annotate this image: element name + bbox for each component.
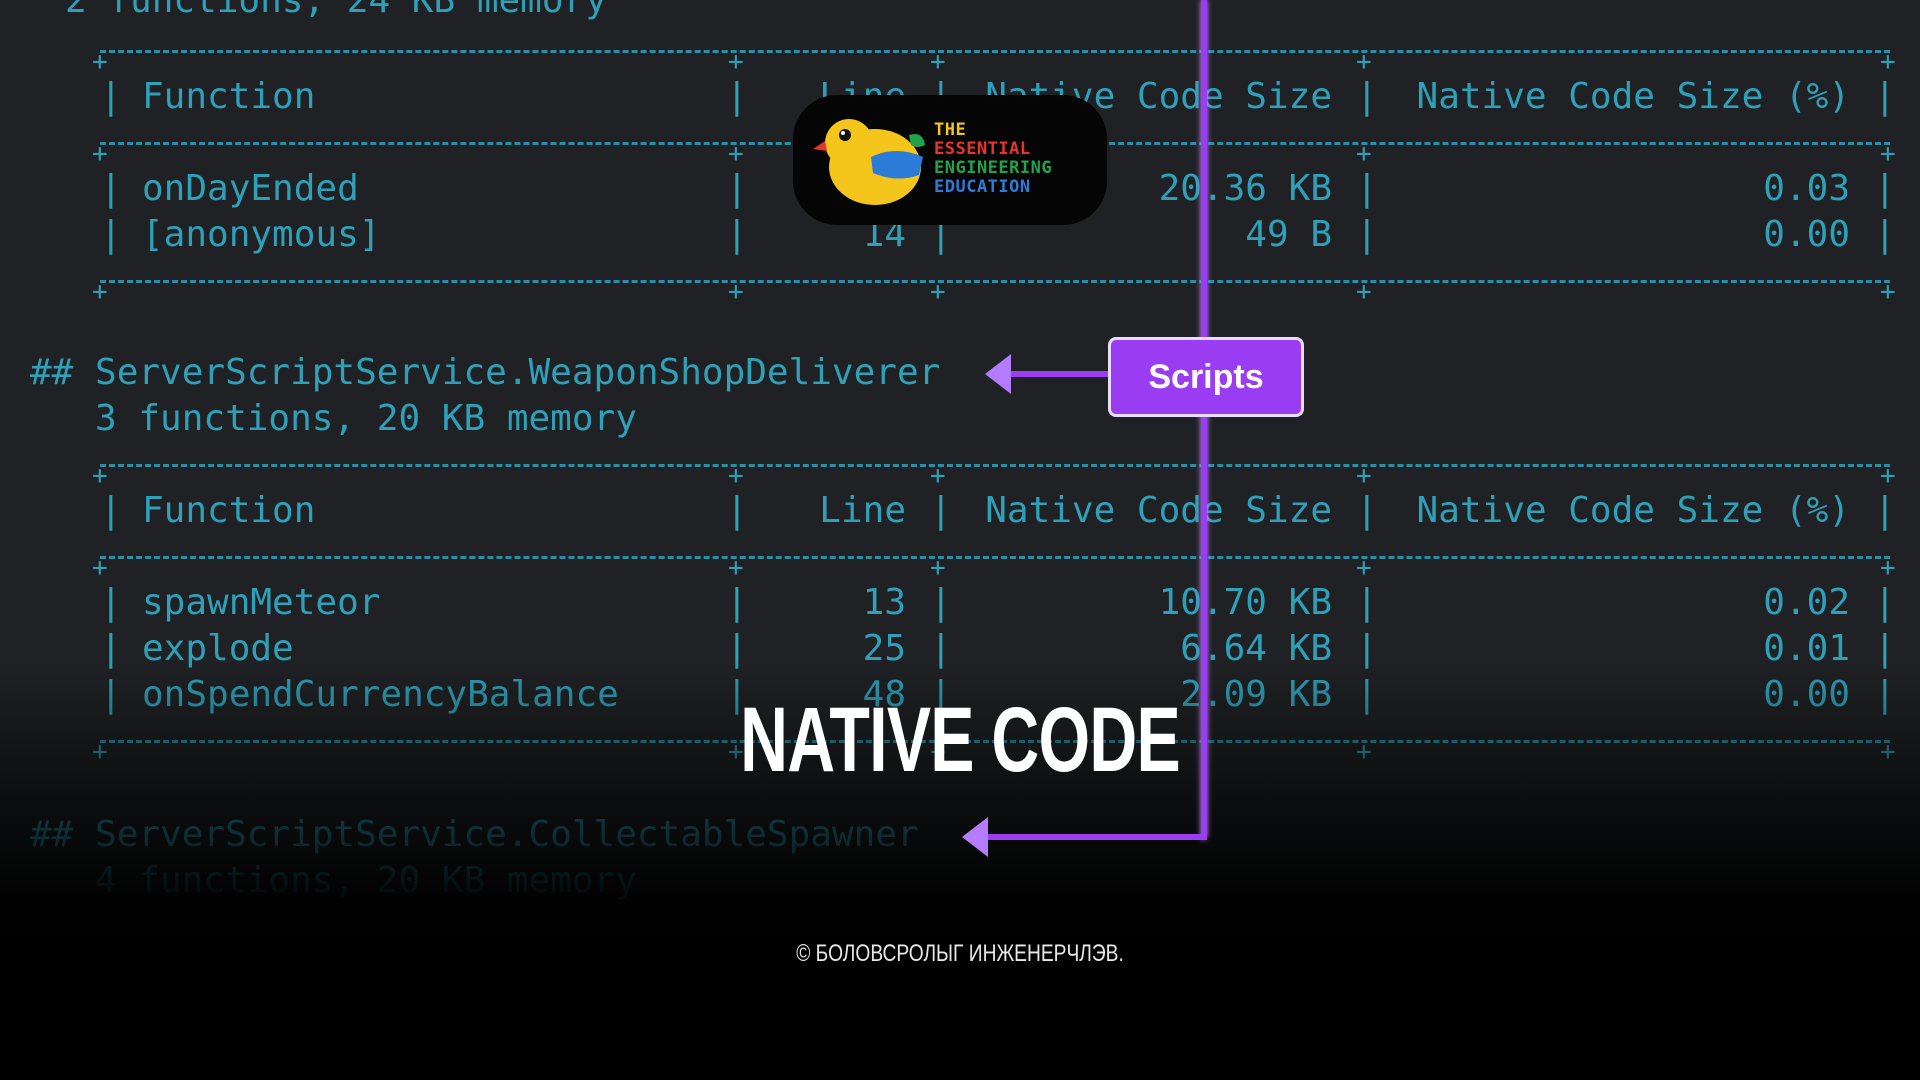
cell-percent: 0.00 (1763, 214, 1850, 255)
cell-line: 25 (862, 628, 906, 669)
cell-function: spawnMeteor (142, 582, 381, 623)
cell-size: 6.64 KB (1180, 628, 1332, 669)
logo-line: THE (934, 120, 967, 140)
cell-function: [anonymous] (142, 214, 381, 255)
logo-line: EDUCATION (934, 177, 1031, 197)
header-function: Function (142, 76, 316, 117)
header-native-code-percent: Native Code Size (%) (1416, 490, 1850, 531)
cell-percent: 0.02 (1763, 582, 1850, 623)
section-summary: 4 functions, 20 KB memory (30, 860, 637, 901)
arrow-line-scripts (1010, 371, 1110, 377)
logo-text: THE ESSENTIAL ENGINEERING EDUCATION (934, 121, 1052, 197)
cell-function: onDayEnded (142, 168, 359, 209)
section-heading: ## ServerScriptService.WeaponShopDeliver… (30, 352, 941, 393)
logo-line: ESSENTIAL (934, 139, 1031, 159)
header-function: Function (142, 490, 316, 531)
logo-line: ENGINEERING (934, 158, 1053, 178)
logo: THE ESSENTIAL ENGINEERING EDUCATION (793, 95, 1107, 225)
table-separator: +++++ (92, 277, 1896, 307)
cell-size: 10.70 KB (1158, 582, 1332, 623)
table-separator: +++++ (92, 553, 1896, 583)
scripts-badge: Scripts (1108, 337, 1304, 417)
cell-function: explode (142, 628, 294, 669)
table-separator: +++++ (92, 47, 1896, 77)
arrow-line-collectable (986, 834, 1207, 840)
arrow-head-left-icon (962, 817, 988, 857)
duck-logo-icon (813, 119, 925, 205)
header-native-code-percent: Native Code Size (%) (1416, 76, 1850, 117)
cell-line: 13 (862, 582, 906, 623)
video-title: NATIVE CODE (740, 689, 1181, 791)
header-line: Line (819, 490, 906, 531)
cell-percent: 0.03 (1763, 168, 1850, 209)
copyright-text: © БОЛОВСРОЛЫГ ИНЖЕНЕРЧЛЭВ. (796, 940, 1124, 967)
section-summary-top: 2 functions, 24 KB memory (0, 0, 607, 21)
cell-percent: 0.01 (1763, 628, 1850, 669)
section-summary: 3 functions, 20 KB memory (30, 398, 637, 439)
arrow-head-left-icon (985, 354, 1011, 394)
section-heading: ## ServerScriptService.CollectableSpawne… (30, 814, 919, 855)
header-native-code-size: Native Code Size (985, 490, 1332, 531)
table-separator: +++++ (92, 461, 1896, 491)
connector-line-top (1201, 0, 1207, 340)
